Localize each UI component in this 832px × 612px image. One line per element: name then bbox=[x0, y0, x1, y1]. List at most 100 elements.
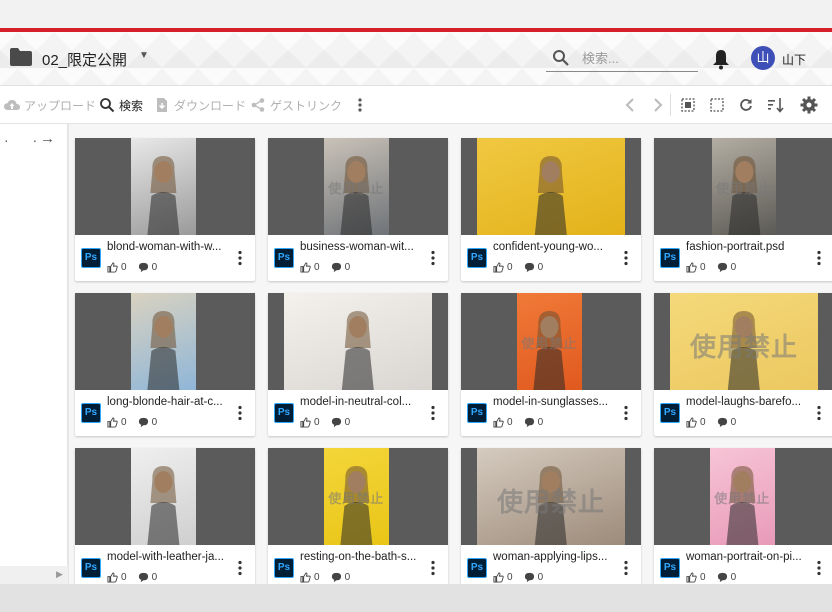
more-vertical-icon[interactable] bbox=[816, 250, 822, 266]
asset-card[interactable]: 使用禁止 Ps resting-on-the-bath-s... 0 0 bbox=[268, 448, 448, 584]
thumbs-up-icon[interactable] bbox=[300, 572, 311, 583]
search-box[interactable] bbox=[546, 46, 698, 72]
comment-icon[interactable] bbox=[331, 572, 342, 583]
comment-icon[interactable] bbox=[331, 417, 342, 428]
asset-thumbnail[interactable] bbox=[268, 293, 448, 390]
more-vertical-icon[interactable] bbox=[237, 250, 243, 266]
more-vertical-icon[interactable] bbox=[623, 405, 629, 421]
download-button[interactable]: ダウンロード bbox=[154, 96, 246, 114]
asset-card[interactable]: Ps long-blonde-hair-at-c... 0 0 bbox=[75, 293, 255, 436]
more-vertical-icon[interactable] bbox=[430, 250, 436, 266]
asset-thumbnail[interactable]: 使用禁止 bbox=[268, 138, 448, 235]
thumbs-up-icon[interactable] bbox=[493, 572, 504, 583]
guest-link-button[interactable]: ゲストリンク bbox=[250, 96, 342, 114]
more-vertical-icon[interactable] bbox=[430, 560, 436, 576]
asset-card[interactable]: 使用禁止 Ps business-woman-wit... 0 0 bbox=[268, 138, 448, 281]
asset-card[interactable]: 使用禁止 Ps woman-portrait-on-pi... 0 0 bbox=[654, 448, 832, 584]
thumbs-up-icon[interactable] bbox=[686, 572, 697, 583]
deselect-button[interactable] bbox=[707, 95, 727, 115]
comment-count: 0 bbox=[151, 417, 158, 428]
asset-file-name[interactable]: fashion-portrait.psd bbox=[686, 241, 808, 253]
more-options-button[interactable] bbox=[350, 95, 370, 115]
like-count: 0 bbox=[121, 572, 127, 583]
expand-arrow-icon[interactable]: → bbox=[40, 130, 55, 147]
bell-icon[interactable] bbox=[711, 48, 731, 70]
upload-button[interactable]: アップロード bbox=[4, 96, 96, 114]
more-vertical-icon[interactable] bbox=[430, 405, 436, 421]
next-button[interactable] bbox=[648, 95, 668, 115]
side-panel: · · → bbox=[0, 124, 68, 584]
comment-icon[interactable] bbox=[138, 262, 149, 273]
asset-thumbnail[interactable]: 使用禁止 bbox=[461, 293, 641, 390]
user-name[interactable]: 山下 bbox=[782, 51, 806, 68]
comment-icon[interactable] bbox=[717, 417, 728, 428]
thumbs-up-icon[interactable] bbox=[493, 262, 504, 273]
more-vertical-icon[interactable] bbox=[237, 560, 243, 576]
more-vertical-icon[interactable] bbox=[237, 405, 243, 421]
asset-file-name[interactable]: resting-on-the-bath-s... bbox=[300, 551, 422, 563]
asset-card[interactable]: Ps model-in-neutral-col... 0 0 bbox=[268, 293, 448, 436]
thumbs-up-icon[interactable] bbox=[107, 262, 118, 273]
like-count: 0 bbox=[700, 262, 706, 273]
asset-file-name[interactable]: model-in-neutral-col... bbox=[300, 396, 422, 408]
asset-thumbnail[interactable]: 使用禁止 bbox=[268, 448, 448, 545]
comment-icon[interactable] bbox=[524, 417, 535, 428]
thumbs-up-icon[interactable] bbox=[300, 262, 311, 273]
asset-card[interactable]: Ps model-with-leather-ja... 0 0 bbox=[75, 448, 255, 584]
comment-icon[interactable] bbox=[524, 262, 535, 273]
thumbs-up-icon[interactable] bbox=[686, 417, 697, 428]
refresh-button[interactable] bbox=[736, 95, 756, 115]
more-vertical-icon[interactable] bbox=[623, 560, 629, 576]
more-vertical-icon[interactable] bbox=[816, 560, 822, 576]
more-vertical-icon[interactable] bbox=[816, 405, 822, 421]
thumbs-up-icon[interactable] bbox=[300, 417, 311, 428]
comment-icon[interactable] bbox=[138, 572, 149, 583]
sort-button[interactable] bbox=[766, 95, 786, 115]
asset-card[interactable]: 使用禁止 Ps fashion-portrait.psd 0 0 bbox=[654, 138, 832, 281]
asset-file-name[interactable]: woman-applying-lips... bbox=[493, 551, 615, 563]
search-input[interactable] bbox=[582, 48, 692, 68]
asset-card[interactable]: 使用禁止 Ps model-in-sunglasses... 0 0 bbox=[461, 293, 641, 436]
asset-thumbnail[interactable] bbox=[75, 448, 255, 545]
asset-file-name[interactable]: model-with-leather-ja... bbox=[107, 551, 229, 563]
avatar[interactable]: 山 bbox=[751, 46, 775, 70]
asset-file-name[interactable]: model-laughs-barefo... bbox=[686, 396, 808, 408]
asset-thumbnail[interactable] bbox=[75, 293, 255, 390]
settings-button[interactable] bbox=[799, 95, 819, 115]
asset-card[interactable]: 使用禁止 Ps woman-applying-lips... 0 0 bbox=[461, 448, 641, 584]
comment-count: 0 bbox=[151, 572, 158, 583]
search-button[interactable]: 検索 bbox=[99, 96, 143, 114]
thumbs-up-icon[interactable] bbox=[107, 572, 118, 583]
comment-icon[interactable] bbox=[717, 262, 728, 273]
folder-name[interactable]: 02_限定公開 bbox=[42, 49, 127, 70]
asset-thumbnail[interactable]: 使用禁止 bbox=[654, 448, 832, 545]
comment-icon[interactable] bbox=[138, 417, 149, 428]
asset-file-name[interactable]: model-in-sunglasses... bbox=[493, 396, 615, 408]
asset-card[interactable]: Ps confident-young-wo... 0 0 bbox=[461, 138, 641, 281]
side-scrollbar[interactable]: ▶ bbox=[0, 566, 68, 584]
person-figure bbox=[341, 311, 374, 390]
asset-file-name[interactable]: woman-portrait-on-pi... bbox=[686, 551, 808, 563]
more-vertical-icon[interactable] bbox=[623, 250, 629, 266]
scroll-right-icon[interactable]: ▶ bbox=[56, 569, 63, 580]
thumbs-up-icon[interactable] bbox=[493, 417, 504, 428]
asset-thumbnail[interactable] bbox=[75, 138, 255, 235]
asset-thumbnail[interactable] bbox=[461, 138, 641, 235]
asset-card[interactable]: Ps blond-woman-with-w... 0 0 bbox=[75, 138, 255, 281]
thumbs-up-icon[interactable] bbox=[107, 417, 118, 428]
asset-card[interactable]: 使用禁止 Ps model-laughs-barefo... 0 0 bbox=[654, 293, 832, 436]
asset-thumbnail[interactable]: 使用禁止 bbox=[654, 293, 832, 390]
chevron-down-icon[interactable]: ▼ bbox=[139, 50, 149, 61]
asset-file-name[interactable]: long-blonde-hair-at-c... bbox=[107, 396, 229, 408]
asset-thumbnail[interactable]: 使用禁止 bbox=[461, 448, 641, 545]
previous-button[interactable] bbox=[620, 95, 640, 115]
comment-icon[interactable] bbox=[524, 572, 535, 583]
asset-file-name[interactable]: business-woman-wit... bbox=[300, 241, 422, 253]
comment-icon[interactable] bbox=[717, 572, 728, 583]
select-all-button[interactable] bbox=[678, 95, 698, 115]
thumbs-up-icon[interactable] bbox=[686, 262, 697, 273]
asset-thumbnail[interactable]: 使用禁止 bbox=[654, 138, 832, 235]
asset-file-name[interactable]: confident-young-wo... bbox=[493, 241, 615, 253]
asset-file-name[interactable]: blond-woman-with-w... bbox=[107, 241, 229, 253]
comment-icon[interactable] bbox=[331, 262, 342, 273]
